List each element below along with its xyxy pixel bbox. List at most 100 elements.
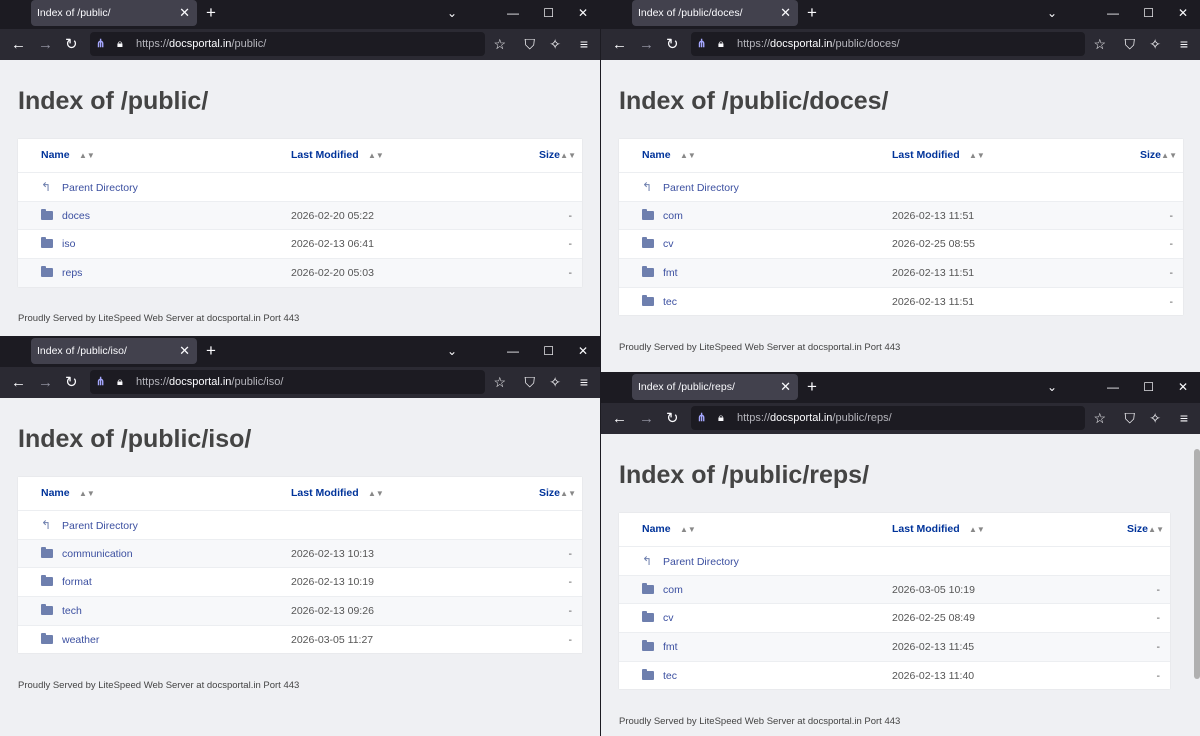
sort-size-icon[interactable]: ▲▼ — [1161, 139, 1177, 172]
sort-name-icon[interactable]: ▲▼ — [680, 139, 696, 172]
close-window-icon[interactable]: ✕ — [1178, 0, 1188, 26]
tab-close-icon[interactable]: ✕ — [780, 374, 791, 400]
name-column-header[interactable]: Name — [41, 477, 70, 510]
forward-arrow-icon[interactable]: → — [639, 29, 654, 60]
minimize-icon[interactable]: — — [507, 0, 519, 26]
parent-directory-row[interactable]: ↰ Parent Directory — [18, 510, 582, 539]
new-tab-icon[interactable]: + — [807, 374, 817, 400]
back-arrow-icon[interactable]: ← — [11, 367, 26, 398]
forward-arrow-icon[interactable]: → — [38, 29, 53, 60]
url-bar[interactable]: ⋔ 🔒︎ https://docsportal.in/public/iso/ — [90, 370, 485, 394]
folder-link[interactable]: fmt — [642, 259, 678, 287]
parent-directory-row[interactable]: ↰ Parent Directory — [619, 546, 1170, 575]
last-modified-column-header[interactable]: Last Modified — [291, 477, 359, 510]
maximize-icon[interactable]: ☐ — [543, 0, 554, 26]
table-row[interactable]: doces 2026-02-20 05:22 - — [18, 200, 582, 230]
sort-modified-icon[interactable]: ▲▼ — [969, 139, 985, 172]
close-window-icon[interactable]: ✕ — [1178, 374, 1188, 400]
wand-icon[interactable]: ✧ — [549, 367, 561, 398]
minimize-icon[interactable]: — — [1107, 0, 1119, 26]
folder-link[interactable]: tec — [642, 662, 677, 690]
shield-icon[interactable]: ⛉ — [1125, 29, 1136, 60]
sort-size-icon[interactable]: ▲▼ — [1148, 513, 1164, 546]
folder-link[interactable]: cv — [642, 230, 674, 258]
folder-link[interactable]: weather — [41, 626, 99, 654]
table-row[interactable]: fmt 2026-02-13 11:51 - — [619, 258, 1183, 287]
minimize-icon[interactable]: — — [1107, 374, 1119, 400]
url-bar[interactable]: ⋔ 🔒︎ https://docsportal.in/public/ — [90, 32, 485, 56]
browser-tab[interactable]: Index of /public/reps/ ✕ — [632, 374, 798, 400]
size-column-header[interactable]: Size — [539, 477, 560, 510]
site-permissions-icon[interactable]: ⋔ — [96, 32, 105, 56]
shield-icon[interactable]: ⛉ — [525, 29, 536, 60]
sort-name-icon[interactable]: ▲▼ — [79, 477, 95, 510]
sort-size-icon[interactable]: ▲▼ — [560, 477, 576, 510]
new-tab-icon[interactable]: + — [206, 0, 216, 26]
name-column-header[interactable]: Name — [642, 513, 671, 546]
site-permissions-icon[interactable]: ⋔ — [96, 370, 105, 394]
close-window-icon[interactable]: ✕ — [578, 338, 588, 364]
table-row[interactable]: reps 2026-02-20 05:03 - — [18, 258, 582, 287]
table-row[interactable]: tec 2026-02-13 11:40 - — [619, 660, 1170, 690]
site-permissions-icon[interactable]: ⋔ — [697, 406, 706, 430]
sort-name-icon[interactable]: ▲▼ — [680, 513, 696, 546]
table-row[interactable]: com 2026-02-13 11:51 - — [619, 200, 1183, 230]
wand-icon[interactable]: ✧ — [1149, 29, 1161, 60]
folder-link[interactable]: iso — [41, 230, 75, 258]
folder-link[interactable]: format — [41, 568, 92, 596]
list-all-tabs-icon[interactable]: ⌄ — [1047, 0, 1057, 26]
sort-modified-icon[interactable]: ▲▼ — [969, 513, 985, 546]
table-row[interactable]: tec 2026-02-13 11:51 - — [619, 286, 1183, 316]
table-row[interactable]: cv 2026-02-25 08:55 - — [619, 229, 1183, 258]
star-icon[interactable]: ☆ — [1093, 403, 1106, 434]
tab-close-icon[interactable]: ✕ — [179, 0, 190, 26]
folder-link[interactable]: cv — [642, 604, 674, 632]
lock-icon[interactable]: 🔒︎ — [117, 370, 123, 394]
parent-directory-link[interactable]: ↰ Parent Directory — [41, 173, 138, 202]
table-row[interactable]: tech 2026-02-13 09:26 - — [18, 596, 582, 625]
size-column-header[interactable]: Size — [1140, 139, 1161, 172]
lock-icon[interactable]: 🔒︎ — [117, 32, 123, 56]
lock-icon[interactable]: 🔒︎ — [718, 406, 724, 430]
tab-close-icon[interactable]: ✕ — [780, 0, 791, 26]
sort-size-icon[interactable]: ▲▼ — [560, 139, 576, 172]
folder-link[interactable]: reps — [41, 259, 82, 287]
table-row[interactable]: format 2026-02-13 10:19 - — [18, 567, 582, 596]
last-modified-column-header[interactable]: Last Modified — [291, 139, 359, 172]
parent-directory-link[interactable]: ↰ Parent Directory — [642, 173, 739, 202]
table-row[interactable]: cv 2026-02-25 08:49 - — [619, 603, 1170, 632]
parent-directory-row[interactable]: ↰ Parent Directory — [18, 172, 582, 201]
forward-arrow-icon[interactable]: → — [639, 403, 654, 434]
size-column-header[interactable]: Size — [1127, 513, 1148, 546]
url-bar[interactable]: ⋔ 🔒︎ https://docsportal.in/public/doces/ — [691, 32, 1085, 56]
shield-icon[interactable]: ⛉ — [1125, 403, 1136, 434]
sort-modified-icon[interactable]: ▲▼ — [368, 139, 384, 172]
tab-close-icon[interactable]: ✕ — [179, 338, 190, 364]
maximize-icon[interactable]: ☐ — [543, 338, 554, 364]
table-row[interactable]: weather 2026-03-05 11:27 - — [18, 624, 582, 654]
star-icon[interactable]: ☆ — [1093, 29, 1106, 60]
lock-icon[interactable]: 🔒︎ — [718, 32, 724, 56]
maximize-icon[interactable]: ☐ — [1143, 0, 1154, 26]
back-arrow-icon[interactable]: ← — [612, 29, 627, 60]
reload-icon[interactable]: ↻ — [65, 29, 78, 60]
url-bar[interactable]: ⋔ 🔒︎ https://docsportal.in/public/reps/ — [691, 406, 1085, 430]
hamburger-menu-icon[interactable]: ≡ — [580, 29, 588, 60]
reload-icon[interactable]: ↻ — [666, 29, 679, 60]
page-scrollbar[interactable] — [1194, 449, 1200, 679]
close-window-icon[interactable]: ✕ — [578, 0, 588, 26]
back-arrow-icon[interactable]: ← — [11, 29, 26, 60]
table-row[interactable]: fmt 2026-02-13 11:45 - — [619, 632, 1170, 661]
size-column-header[interactable]: Size — [539, 139, 560, 172]
hamburger-menu-icon[interactable]: ≡ — [1180, 403, 1188, 434]
list-all-tabs-icon[interactable]: ⌄ — [447, 0, 457, 26]
folder-link[interactable]: tec — [642, 288, 677, 316]
folder-link[interactable]: com — [642, 202, 683, 230]
folder-link[interactable]: fmt — [642, 633, 678, 661]
last-modified-column-header[interactable]: Last Modified — [892, 513, 960, 546]
table-row[interactable]: iso 2026-02-13 06:41 - — [18, 229, 582, 258]
shield-icon[interactable]: ⛉ — [525, 367, 536, 398]
parent-directory-link[interactable]: ↰ Parent Directory — [41, 511, 138, 540]
minimize-icon[interactable]: — — [507, 338, 519, 364]
folder-link[interactable]: tech — [41, 597, 82, 625]
